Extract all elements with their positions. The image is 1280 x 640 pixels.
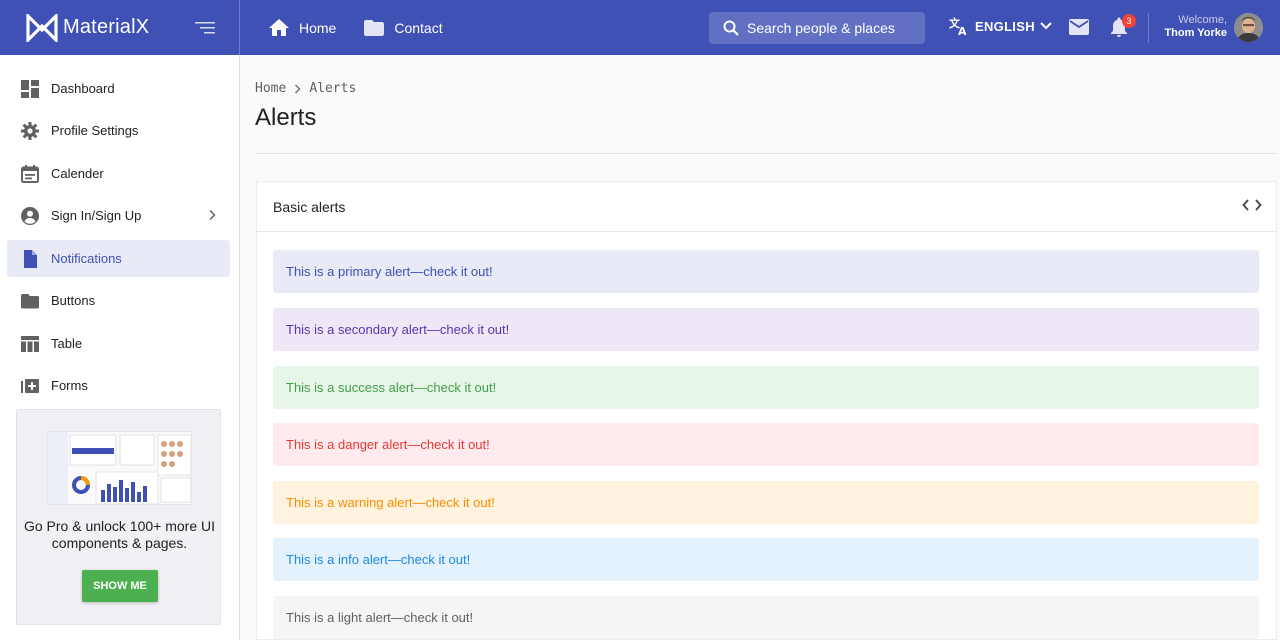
notifications-button[interactable]: 3 [1110,14,1136,42]
code-icon[interactable] [1242,198,1262,212]
home-icon [269,18,289,36]
alert-text: This is a secondary alert—check it out! [286,322,510,337]
promo-preview-image [47,431,192,505]
sidebar-item-profile-settings[interactable]: Profile Settings [7,112,230,149]
alert-text: This is a success alert—check it out! [286,380,497,395]
table-icon [21,335,39,352]
alert-text: This is a primary alert—check it out! [286,264,493,279]
account-circle-icon [21,206,39,225]
nav-contact-label: Contact [394,19,443,36]
sidebar-item-label: Profile Settings [51,123,139,138]
materialx-logo-icon[interactable] [26,13,58,42]
user-greeting[interactable]: Welcome, Thom Yorke [1164,14,1227,40]
language-selector[interactable]: 文 A ENGLISH [949,16,1053,36]
alert-text: This is a light alert—check it out! [286,610,474,625]
gear-icon [21,121,39,140]
mail-icon[interactable] [1069,19,1089,35]
sidebar-item-sign-in[interactable]: Sign In/Sign Up [7,197,230,234]
sidebar-item-label: Calender [51,166,104,181]
user-name: Thom Yorke [1164,27,1227,39]
breadcrumb-home[interactable]: Home [255,81,286,96]
translate-icon: 文 A [949,16,967,36]
search-input[interactable]: Search people & places [709,12,925,44]
sidebar-item-dashboard[interactable]: Dashboard [7,70,230,107]
alert-danger: This is a danger alert—check it out! [273,423,1259,466]
file-icon [24,249,37,268]
top-app-bar: MaterialX Home Contact Search people & p… [0,0,1280,55]
dashboard-icon [21,79,39,98]
alert-light: This is a light alert—check it out! [273,596,1259,639]
menu-toggle-icon[interactable] [195,19,215,37]
welcome-text: Welcome, [1178,14,1227,26]
folder-icon [21,293,39,308]
language-label: ENGLISH [975,18,1035,34]
sidebar-item-label: Notifications [51,251,122,266]
notification-count-badge: 3 [1122,14,1136,28]
user-avatar-icon [1234,13,1263,42]
sidebar-item-notifications[interactable]: Notifications [7,240,230,277]
page-title: Alerts [255,104,317,131]
alert-primary: This is a primary alert—check it out! [273,250,1259,293]
alert-warning: This is a warning alert—check it out! [273,481,1259,524]
sidebar-item-calender[interactable]: Calender [7,155,230,192]
basic-alerts-card: Basic alerts This is a primary alert—che… [256,181,1277,640]
calendar-icon [21,164,39,183]
pro-promo-card: Go Pro & unlock 100+ more UI components … [16,409,221,625]
title-divider [255,153,1277,154]
sidebar-item-label: Buttons [51,293,96,308]
breadcrumb: Home Alerts [255,81,356,96]
nav-home-label: Home [299,19,337,36]
alert-success: This is a success alert—check it out! [273,366,1259,409]
brand: MaterialX [0,0,240,55]
sidebar-item-buttons[interactable]: Buttons [7,282,230,319]
sidebar-item-label: Table [51,336,83,351]
card-title: Basic alerts [273,198,346,215]
topbar-divider [1148,13,1149,43]
chevron-down-icon [1040,22,1052,30]
breadcrumb-current: Alerts [309,81,357,96]
add-box-icon [21,378,39,393]
card-header: Basic alerts [257,182,1276,232]
promo-text: Go Pro & unlock 100+ more UI components … [23,518,216,551]
sidebar-item-label: Sign In/Sign Up [51,208,142,223]
nav-home-link[interactable]: Home [269,18,337,37]
alert-text: This is a danger alert—check it out! [286,437,490,452]
alert-info: This is a info alert—check it out! [273,538,1259,581]
chevron-right-icon [295,83,301,94]
avatar[interactable] [1234,13,1263,42]
search-placeholder: Search people & places [747,20,895,36]
chevron-right-icon [209,209,216,221]
alert-secondary: This is a secondary alert—check it out! [273,308,1259,351]
sidebar-item-label: Dashboard [51,81,115,96]
show-me-button[interactable]: SHOW ME [82,570,158,602]
svg-text:A: A [958,25,967,36]
sidebar-item-label: Forms [51,378,88,393]
search-icon [723,20,739,36]
alert-text: This is a info alert—check it out! [286,552,471,567]
folder-icon [364,19,385,36]
brand-name[interactable]: MaterialX [63,16,149,39]
alert-text: This is a warning alert—check it out! [286,495,495,510]
sidebar-item-table[interactable]: Table [7,325,230,362]
sidebar: Dashboard Profile Settings Calender Sign… [0,55,240,640]
sidebar-item-forms[interactable]: Forms [7,367,230,404]
nav-contact-link[interactable]: Contact [364,19,443,36]
